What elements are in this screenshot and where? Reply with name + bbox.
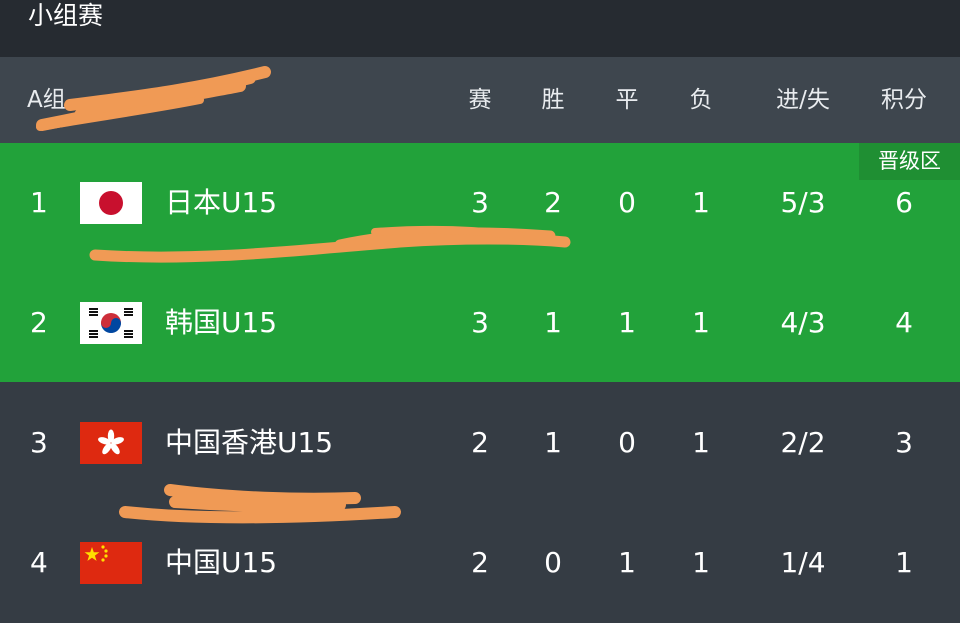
header-points: 积分 <box>881 87 927 113</box>
rank: 1 <box>30 186 48 219</box>
points-value: 1 <box>895 546 913 579</box>
header-played: 赛 <box>468 87 492 113</box>
drawn-value: 1 <box>618 546 636 579</box>
header-drawn: 平 <box>615 87 639 113</box>
played-value: 3 <box>471 186 489 219</box>
lost-value: 1 <box>692 186 710 219</box>
rank: 2 <box>30 306 48 339</box>
team-name: 中国U15 <box>165 546 278 579</box>
hong-kong-flag-icon <box>80 422 142 464</box>
goals-value: 5/3 <box>780 186 826 219</box>
china-flag-icon <box>80 542 142 584</box>
lost-value: 1 <box>692 546 710 579</box>
table-row[interactable]: 2 韩国U15 3 1 1 1 4/3 4 <box>0 263 960 383</box>
team-name: 日本U15 <box>165 186 278 219</box>
played-value: 2 <box>471 546 489 579</box>
header-lost: 负 <box>689 87 713 113</box>
table-row[interactable]: 4 中国U15 2 0 1 1 1/4 1 <box>0 503 960 623</box>
won-value: 0 <box>544 546 562 579</box>
goals-value: 2/2 <box>780 426 826 459</box>
drawn-value: 0 <box>618 426 636 459</box>
goals-value: 1/4 <box>780 546 826 579</box>
table-row[interactable]: 3 中国香港U15 2 1 0 1 2/2 3 <box>0 383 960 503</box>
played-value: 3 <box>471 306 489 339</box>
header-goals: 进/失 <box>776 87 830 113</box>
drawn-value: 1 <box>618 306 636 339</box>
won-value: 1 <box>544 426 562 459</box>
played-value: 2 <box>471 426 489 459</box>
top-bar: 小组赛 <box>0 0 960 57</box>
won-value: 2 <box>544 186 562 219</box>
drawn-value: 0 <box>618 186 636 219</box>
lost-value: 1 <box>692 306 710 339</box>
rank: 4 <box>30 546 48 579</box>
japan-flag-icon <box>80 182 142 224</box>
group-label: A组 <box>27 87 66 113</box>
won-value: 1 <box>544 306 562 339</box>
korea-flag-icon <box>80 302 142 344</box>
points-value: 4 <box>895 306 913 339</box>
header-won: 胜 <box>541 87 565 113</box>
table-row[interactable]: 1 日本U15 3 2 0 1 5/3 6 <box>0 143 960 263</box>
rank: 3 <box>30 426 48 459</box>
points-value: 6 <box>895 186 913 219</box>
team-name: 中国香港U15 <box>165 426 334 459</box>
team-name: 韩国U15 <box>165 306 278 339</box>
goals-value: 4/3 <box>780 306 826 339</box>
section-title: 小组赛 <box>28 1 104 30</box>
lost-value: 1 <box>692 426 710 459</box>
points-value: 3 <box>895 426 913 459</box>
